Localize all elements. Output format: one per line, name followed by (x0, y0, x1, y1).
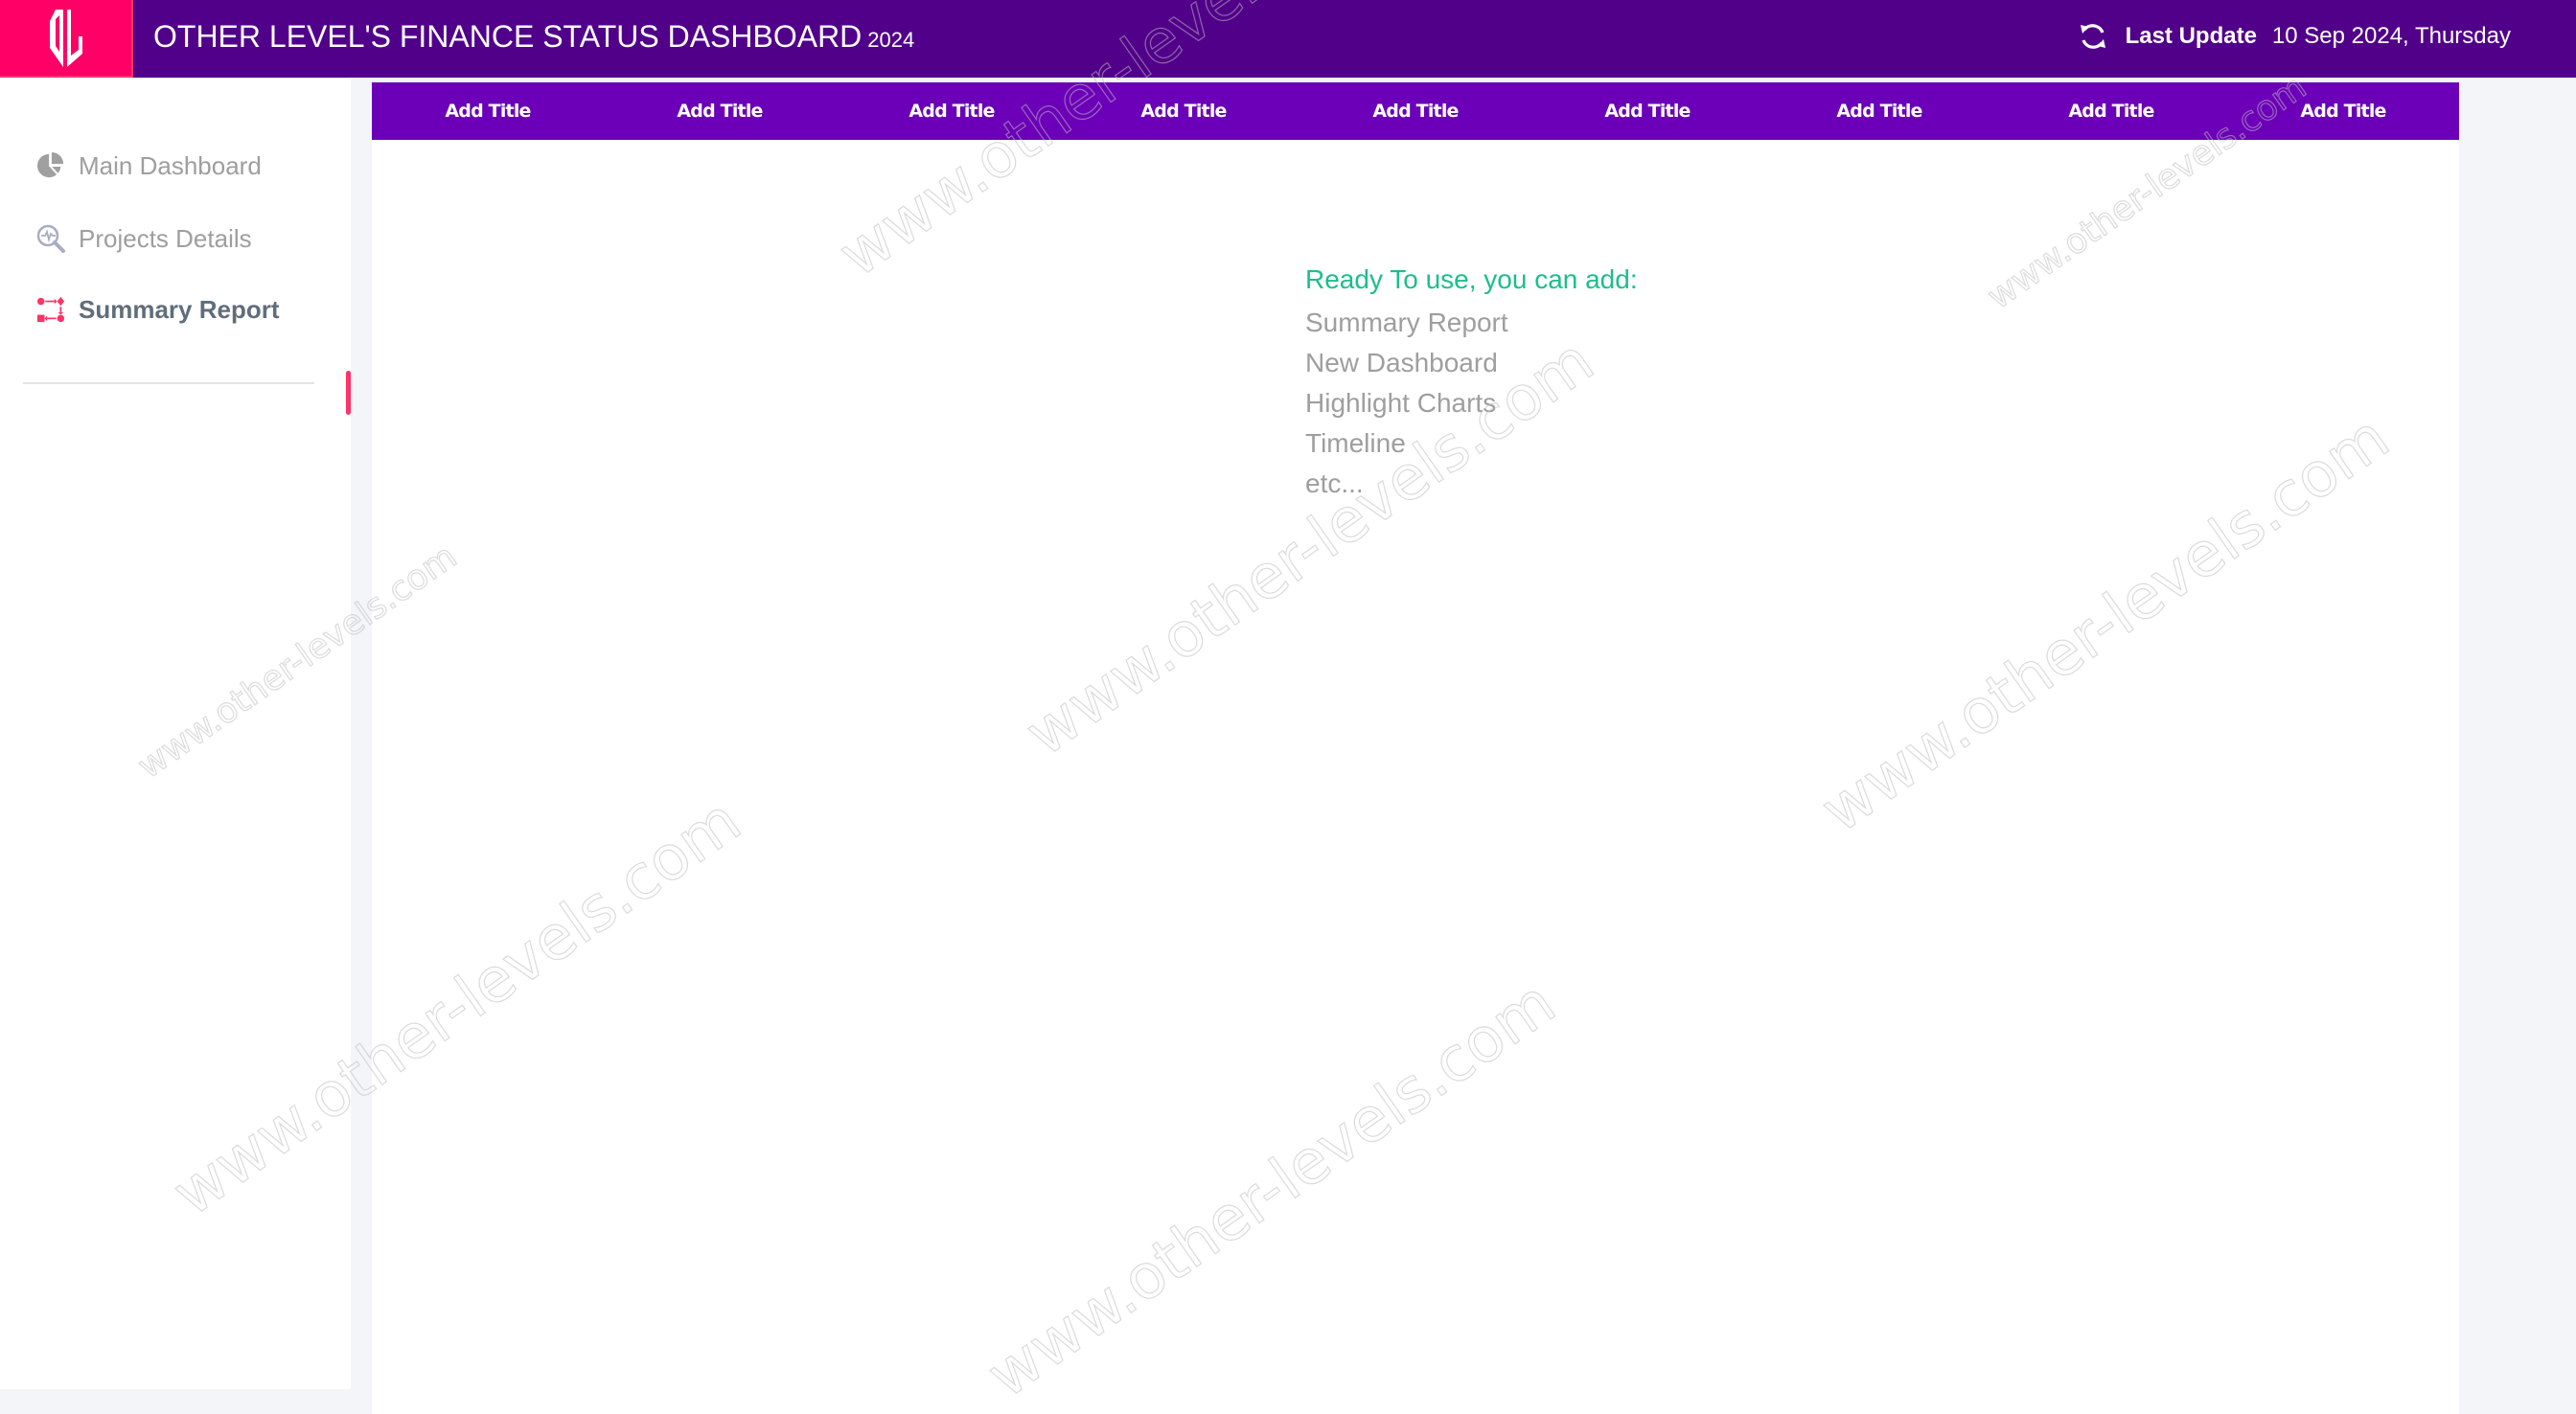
title-slot-8[interactable]: Add Title (1995, 82, 2227, 140)
title-slot-7[interactable]: Add Title (1763, 82, 1995, 140)
sidebar-item-label: Projects Details (79, 223, 252, 253)
app-title-year: 2024 (867, 28, 915, 52)
note-item: Timeline (1305, 428, 1406, 458)
app-title-text: OTHER LEVEL'S FINANCE STATUS DASHBOARD (153, 19, 862, 54)
refresh-icon[interactable] (2078, 21, 2108, 52)
title-slot-5[interactable]: Add Title (1300, 82, 1531, 140)
sidebar-item-projects-details[interactable]: Projects Details (34, 222, 252, 255)
note-item: New Dashboard (1305, 348, 1498, 377)
main-content: Add Title Add Title Add Title Add Title … (372, 82, 2459, 1414)
sidebar-item-main-dashboard[interactable]: Main Dashboard (34, 149, 262, 182)
logo-icon (49, 9, 82, 67)
note-item: Summary Report (1305, 308, 1508, 337)
top-header: OTHER LEVEL'S FINANCE STATUS DASHBOARD 20… (0, 0, 2576, 78)
title-slot-9[interactable]: Add Title (2227, 82, 2459, 140)
app-title: OTHER LEVEL'S FINANCE STATUS DASHBOARD 20… (153, 19, 914, 55)
pie-chart-icon (34, 149, 67, 182)
workflow-icon (34, 293, 67, 326)
title-slot-6[interactable]: Add Title (1531, 82, 1763, 140)
title-slot-2[interactable]: Add Title (604, 82, 836, 140)
ready-to-use-note: Ready To use, you can add: Summary Repor… (1305, 264, 1638, 504)
last-update-value: 10 Sep 2024, Thursday (2271, 23, 2511, 49)
sidebar-divider (23, 382, 314, 384)
logo[interactable] (0, 0, 133, 78)
search-analytics-icon (34, 222, 67, 255)
note-item: Highlight Charts (1305, 388, 1497, 418)
last-update-label: Last Update (2125, 23, 2257, 49)
title-slot-4[interactable]: Add Title (1068, 82, 1300, 140)
last-update: Last Update 10 Sep 2024, Thursday (2078, 21, 2511, 52)
sidebar: Main Dashboard Projects Details Summary … (0, 79, 351, 1389)
sidebar-item-label: Main Dashboard (79, 150, 262, 180)
title-bar: Add Title Add Title Add Title Add Title … (372, 82, 2459, 140)
sidebar-item-summary-report[interactable]: Summary Report (34, 293, 280, 326)
title-slot-1[interactable]: Add Title (372, 82, 604, 140)
title-slot-3[interactable]: Add Title (836, 82, 1068, 140)
note-list: Summary Report New Dashboard Highlight C… (1305, 303, 1638, 504)
sidebar-item-label: Summary Report (79, 294, 280, 324)
note-heading: Ready To use, you can add: (1305, 264, 1638, 294)
active-indicator (346, 371, 351, 415)
note-item: etc... (1305, 468, 1364, 498)
